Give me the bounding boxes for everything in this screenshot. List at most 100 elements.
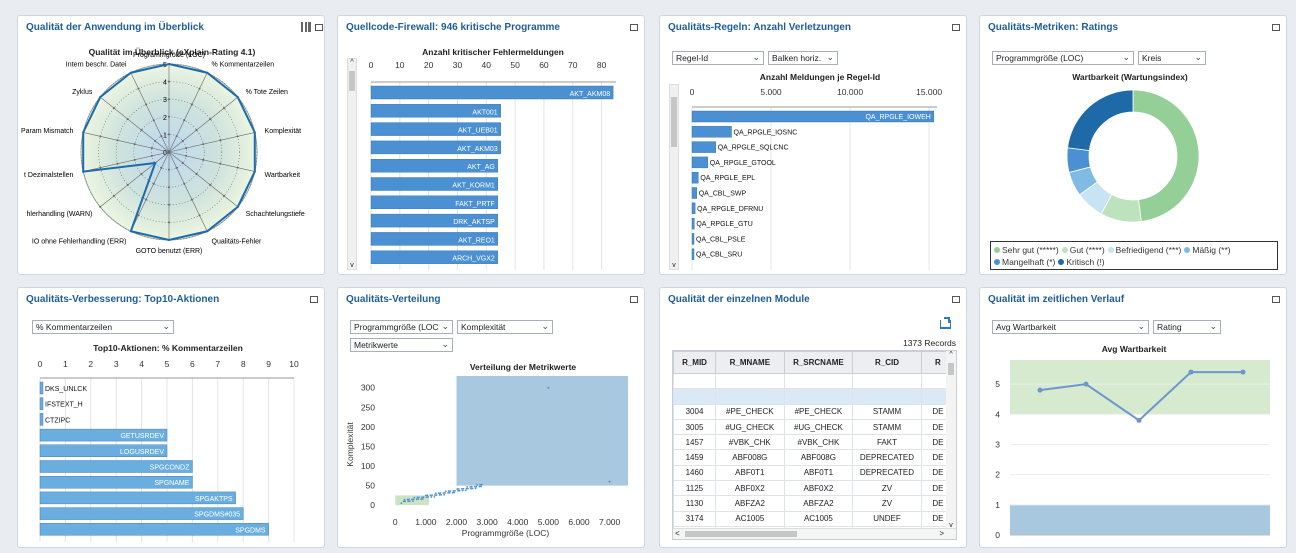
radar-tick-dot (152, 119, 155, 122)
data-point (437, 492, 440, 495)
data-point (1188, 369, 1194, 375)
data-point (411, 498, 413, 501)
data-point (466, 486, 469, 488)
radar-tick-dot (140, 172, 143, 175)
x-tick-label: 80 (597, 60, 607, 70)
maximize-icon[interactable] (952, 296, 960, 303)
export-icon[interactable] (940, 317, 951, 329)
data-point (431, 494, 433, 497)
legend-label: Gut (****) (1069, 245, 1105, 255)
x-tick-label: 4.000 (507, 517, 529, 527)
legend-label: Sehr gut (*****) (1002, 245, 1059, 255)
table-row[interactable]: 1130 ABFZA2 ABFZA2 ZV DE (673, 495, 956, 512)
legend-item[interactable]: Sehr gut (*****) (994, 245, 1059, 255)
table-row[interactable]: 1125 ABF0X2 ABF0X2 ZV DE (673, 480, 956, 497)
radar-axis-label: Intern beschr. Datei (66, 62, 127, 69)
y-tick-label: 1 (995, 500, 1000, 510)
data-point (476, 483, 479, 486)
legend-item[interactable]: Mangelhaft (*) (994, 257, 1055, 267)
donut-slice (1132, 89, 1200, 222)
radar-tick-dot (140, 129, 143, 132)
data-point (435, 494, 438, 496)
column-header[interactable]: R_CID (852, 351, 922, 374)
table-row[interactable]: 3004 #PE_CHECK #PE_CHECK STAMM DE (673, 403, 956, 420)
table-cell: 1130 (673, 495, 717, 512)
donut-chart (1066, 89, 1200, 223)
legend-dot-icon (1184, 247, 1191, 253)
column-header[interactable]: R_MID (673, 351, 717, 374)
scroll-thumb[interactable] (685, 531, 797, 537)
y-tick-label: 50 (366, 481, 376, 491)
data-point (416, 496, 419, 499)
vertical-scrollbar[interactable]: ^ v (946, 351, 956, 529)
table-row[interactable]: 3174 AC1005 AC1005 UNDEF DE (673, 510, 956, 527)
table-cell: AC1005 (715, 510, 785, 527)
horizontal-scrollbar[interactable]: < > (673, 528, 956, 539)
bar (691, 171, 699, 184)
table-cell: 1459 (673, 449, 717, 466)
x-tick-label: 20 (424, 60, 434, 70)
table-row[interactable]: 1459 ABF008G ABF008G DEPRECATED DE (673, 449, 956, 466)
legend-item[interactable]: Mäßig (**) (1184, 245, 1231, 255)
bar-label: AKT_UEB01 (458, 128, 498, 135)
data-point (442, 492, 445, 494)
radar-tick-dot (198, 87, 201, 90)
y-tick-label: 5 (995, 379, 1000, 389)
table-row[interactable] (673, 388, 956, 405)
scatter-chart: 0 50 100 150 200 250 300 0 1.000 2.000 3.000 4.000 5… (345, 376, 628, 538)
legend-item[interactable]: Gut (****) (1061, 245, 1105, 255)
bar-label: DKS_UNLCK (45, 386, 87, 393)
radar-tick-dot (160, 166, 163, 169)
radar-chart: 012345Programmgröße (LOC)% Kommentarzeil… (21, 52, 305, 255)
bar-label: SPGAKTPS (195, 496, 233, 503)
bar-label: ARCH_VGX2 (452, 256, 495, 263)
bar-label: AKT_REO1 (458, 237, 495, 244)
table-row[interactable] (673, 372, 956, 390)
radar-axis-label: Schachtelungstiefe (246, 211, 305, 218)
table-cell (715, 388, 785, 405)
bar (691, 141, 716, 153)
radar-tick-dot (137, 87, 140, 90)
bar-label: IFSTEXT_H (45, 402, 83, 409)
data-point (457, 489, 459, 492)
radar-tick-dot (202, 143, 205, 146)
modules-table: R_MID R_MNAME R_SRCNAME R_CID R 3004 #PE_CHECK… (673, 351, 956, 539)
good-zone (1010, 360, 1270, 415)
data-point (462, 487, 465, 490)
table-row[interactable]: 1460 ABF0T1 ABF0T1 DEPRECATED DE (673, 464, 956, 482)
table-cell (783, 372, 854, 390)
x-tick-label: 10 (289, 359, 299, 369)
column-header[interactable]: R_SRCNAME (783, 351, 854, 374)
table-cell: 1460 (673, 464, 717, 482)
bar (39, 381, 44, 395)
scroll-right-icon[interactable]: > (939, 529, 944, 538)
bar-label: QA_RPGLE_GTU (696, 221, 752, 228)
radar-axis-label: Wartbarkeit (265, 172, 301, 179)
data-point (407, 500, 410, 503)
table-row[interactable]: 3005 #UG_CHECK #UG_CHECK STAMM DE (673, 418, 956, 436)
radar-tick-dot (219, 139, 222, 142)
data-point (608, 480, 611, 483)
x-tick-label: 2 (88, 359, 93, 369)
scroll-left-icon[interactable]: < (675, 529, 680, 538)
table-cell: #UG_CHECK (715, 418, 785, 436)
data-point (452, 490, 455, 492)
y-tick-label: 4 (995, 409, 1000, 419)
table-cell: UNDEF (852, 510, 922, 527)
bar-label: AKT001 (472, 109, 497, 116)
scroll-up-icon[interactable]: ^ (946, 351, 956, 358)
scroll-thumb[interactable] (948, 363, 954, 375)
table-cell: ABF008G (715, 449, 785, 466)
radar-axis-label: % Kommentarzeilen (212, 62, 275, 69)
bar-label: QA_RPGLE_GTOOL (710, 160, 776, 167)
table-cell: 3174 (673, 510, 717, 527)
legend-item[interactable]: Kritisch (!) (1058, 257, 1105, 267)
data-point (458, 489, 461, 492)
column-header[interactable]: R_MNAME (715, 351, 785, 374)
bar-label: SPGDMS#035 (194, 512, 240, 519)
radar-tick-dot (116, 162, 119, 165)
legend-item[interactable]: Befriedigend (***) (1107, 245, 1181, 255)
record-count: 1373 Records (903, 338, 956, 348)
table-row[interactable]: 1457 #VBK_CHK #VBK_CHK FAKT DE (673, 434, 956, 451)
data-point (402, 500, 405, 503)
